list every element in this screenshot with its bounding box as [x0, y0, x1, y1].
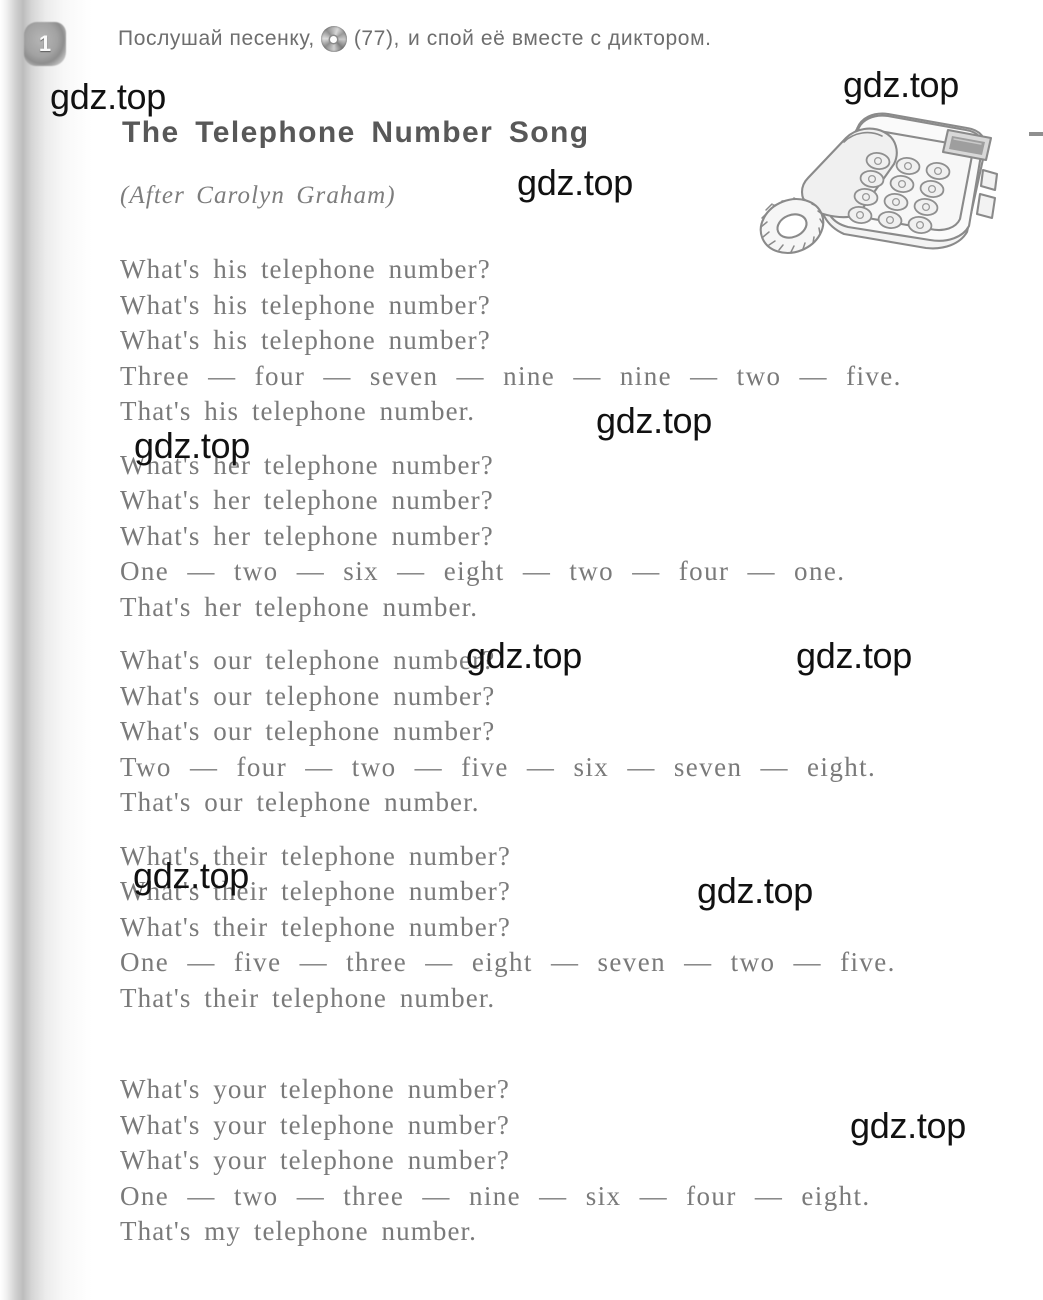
lyric-line: What's our telephone number?	[120, 716, 496, 746]
lyric-line: What's his telephone number?	[120, 289, 491, 320]
watermark: gdz.top	[50, 76, 166, 117]
verse-our: What's our telephone number? What's our …	[120, 643, 1020, 821]
watermark: gdz.top	[517, 162, 633, 203]
song-lyrics: What's his telephone number? What's his …	[120, 252, 1020, 1268]
lyric-closing-line: That's her telephone number.	[120, 591, 479, 622]
verse-your: What's your telephone number? What's you…	[120, 1072, 1020, 1250]
verse-her: What's her telephone number? What's her …	[120, 448, 1020, 626]
exercise-number-badge: 1	[24, 22, 66, 66]
verse-their: What's their telephone number? What's th…	[120, 839, 1020, 1017]
exercise-number-label: 1	[38, 31, 52, 56]
lyric-number-line: One — two — three — nine — six — four — …	[120, 1180, 871, 1211]
audio-track-number: (77),	[353, 27, 400, 50]
instruction-text-after: и спой её вместе с диктором.	[408, 27, 712, 50]
book-gutter-shadow	[0, 0, 96, 1300]
lyric-closing-line: That's his telephone number.	[120, 396, 476, 426]
lyric-line: What's your telephone number?	[120, 1109, 510, 1140]
lyric-closing-line: That's our telephone number.	[120, 787, 480, 817]
song-credit: (After Carolyn Graham)	[120, 182, 396, 209]
lyric-closing-line: That's my telephone number.	[120, 1216, 477, 1246]
lyric-number-line: Two — four — two — five — six — seven — …	[120, 751, 877, 782]
lyric-line: What's his telephone number?	[120, 254, 491, 284]
lyric-line: What's her telephone number?	[120, 485, 494, 515]
song-title: The Telephone Number Song	[122, 116, 590, 149]
lyric-line: What's their telephone number?	[120, 840, 511, 871]
lyric-closing-line: That's their telephone number.	[120, 982, 496, 1013]
lyric-number-line: One — two — six — eight — two — four — o…	[120, 556, 846, 586]
cd-icon	[320, 26, 347, 52]
verse-his: What's his telephone number? What's his …	[120, 252, 1020, 430]
lyric-line: What's our telephone number?	[120, 645, 496, 675]
lyric-number-line: One — five — three — eight — seven — two…	[120, 947, 896, 977]
lyric-line: What's their telephone number?	[120, 876, 511, 906]
lyric-line: What's her telephone number?	[120, 449, 494, 480]
telephone-illustration	[748, 98, 1016, 268]
textbook-page: 1 Послушай песенку, (77), и спой её вмес…	[0, 0, 1043, 1300]
exercise-instruction: Послушай песенку, (77), и спой её вместе…	[118, 26, 712, 52]
lyric-line: What's our telephone number?	[120, 680, 496, 711]
lyric-line: What's your telephone number?	[120, 1145, 510, 1175]
lyric-line: What's your telephone number?	[120, 1074, 510, 1104]
lyric-line: What's her telephone number?	[120, 520, 494, 551]
cd-hole-shape	[330, 35, 338, 43]
lyric-line: What's his telephone number?	[120, 325, 491, 355]
lyric-line: What's their telephone number?	[120, 911, 511, 942]
instruction-text-before: Послушай песенку,	[118, 27, 315, 50]
lyric-number-line: Three — four — seven — nine — nine — two…	[120, 360, 902, 391]
page-edge-mark	[1029, 132, 1043, 136]
